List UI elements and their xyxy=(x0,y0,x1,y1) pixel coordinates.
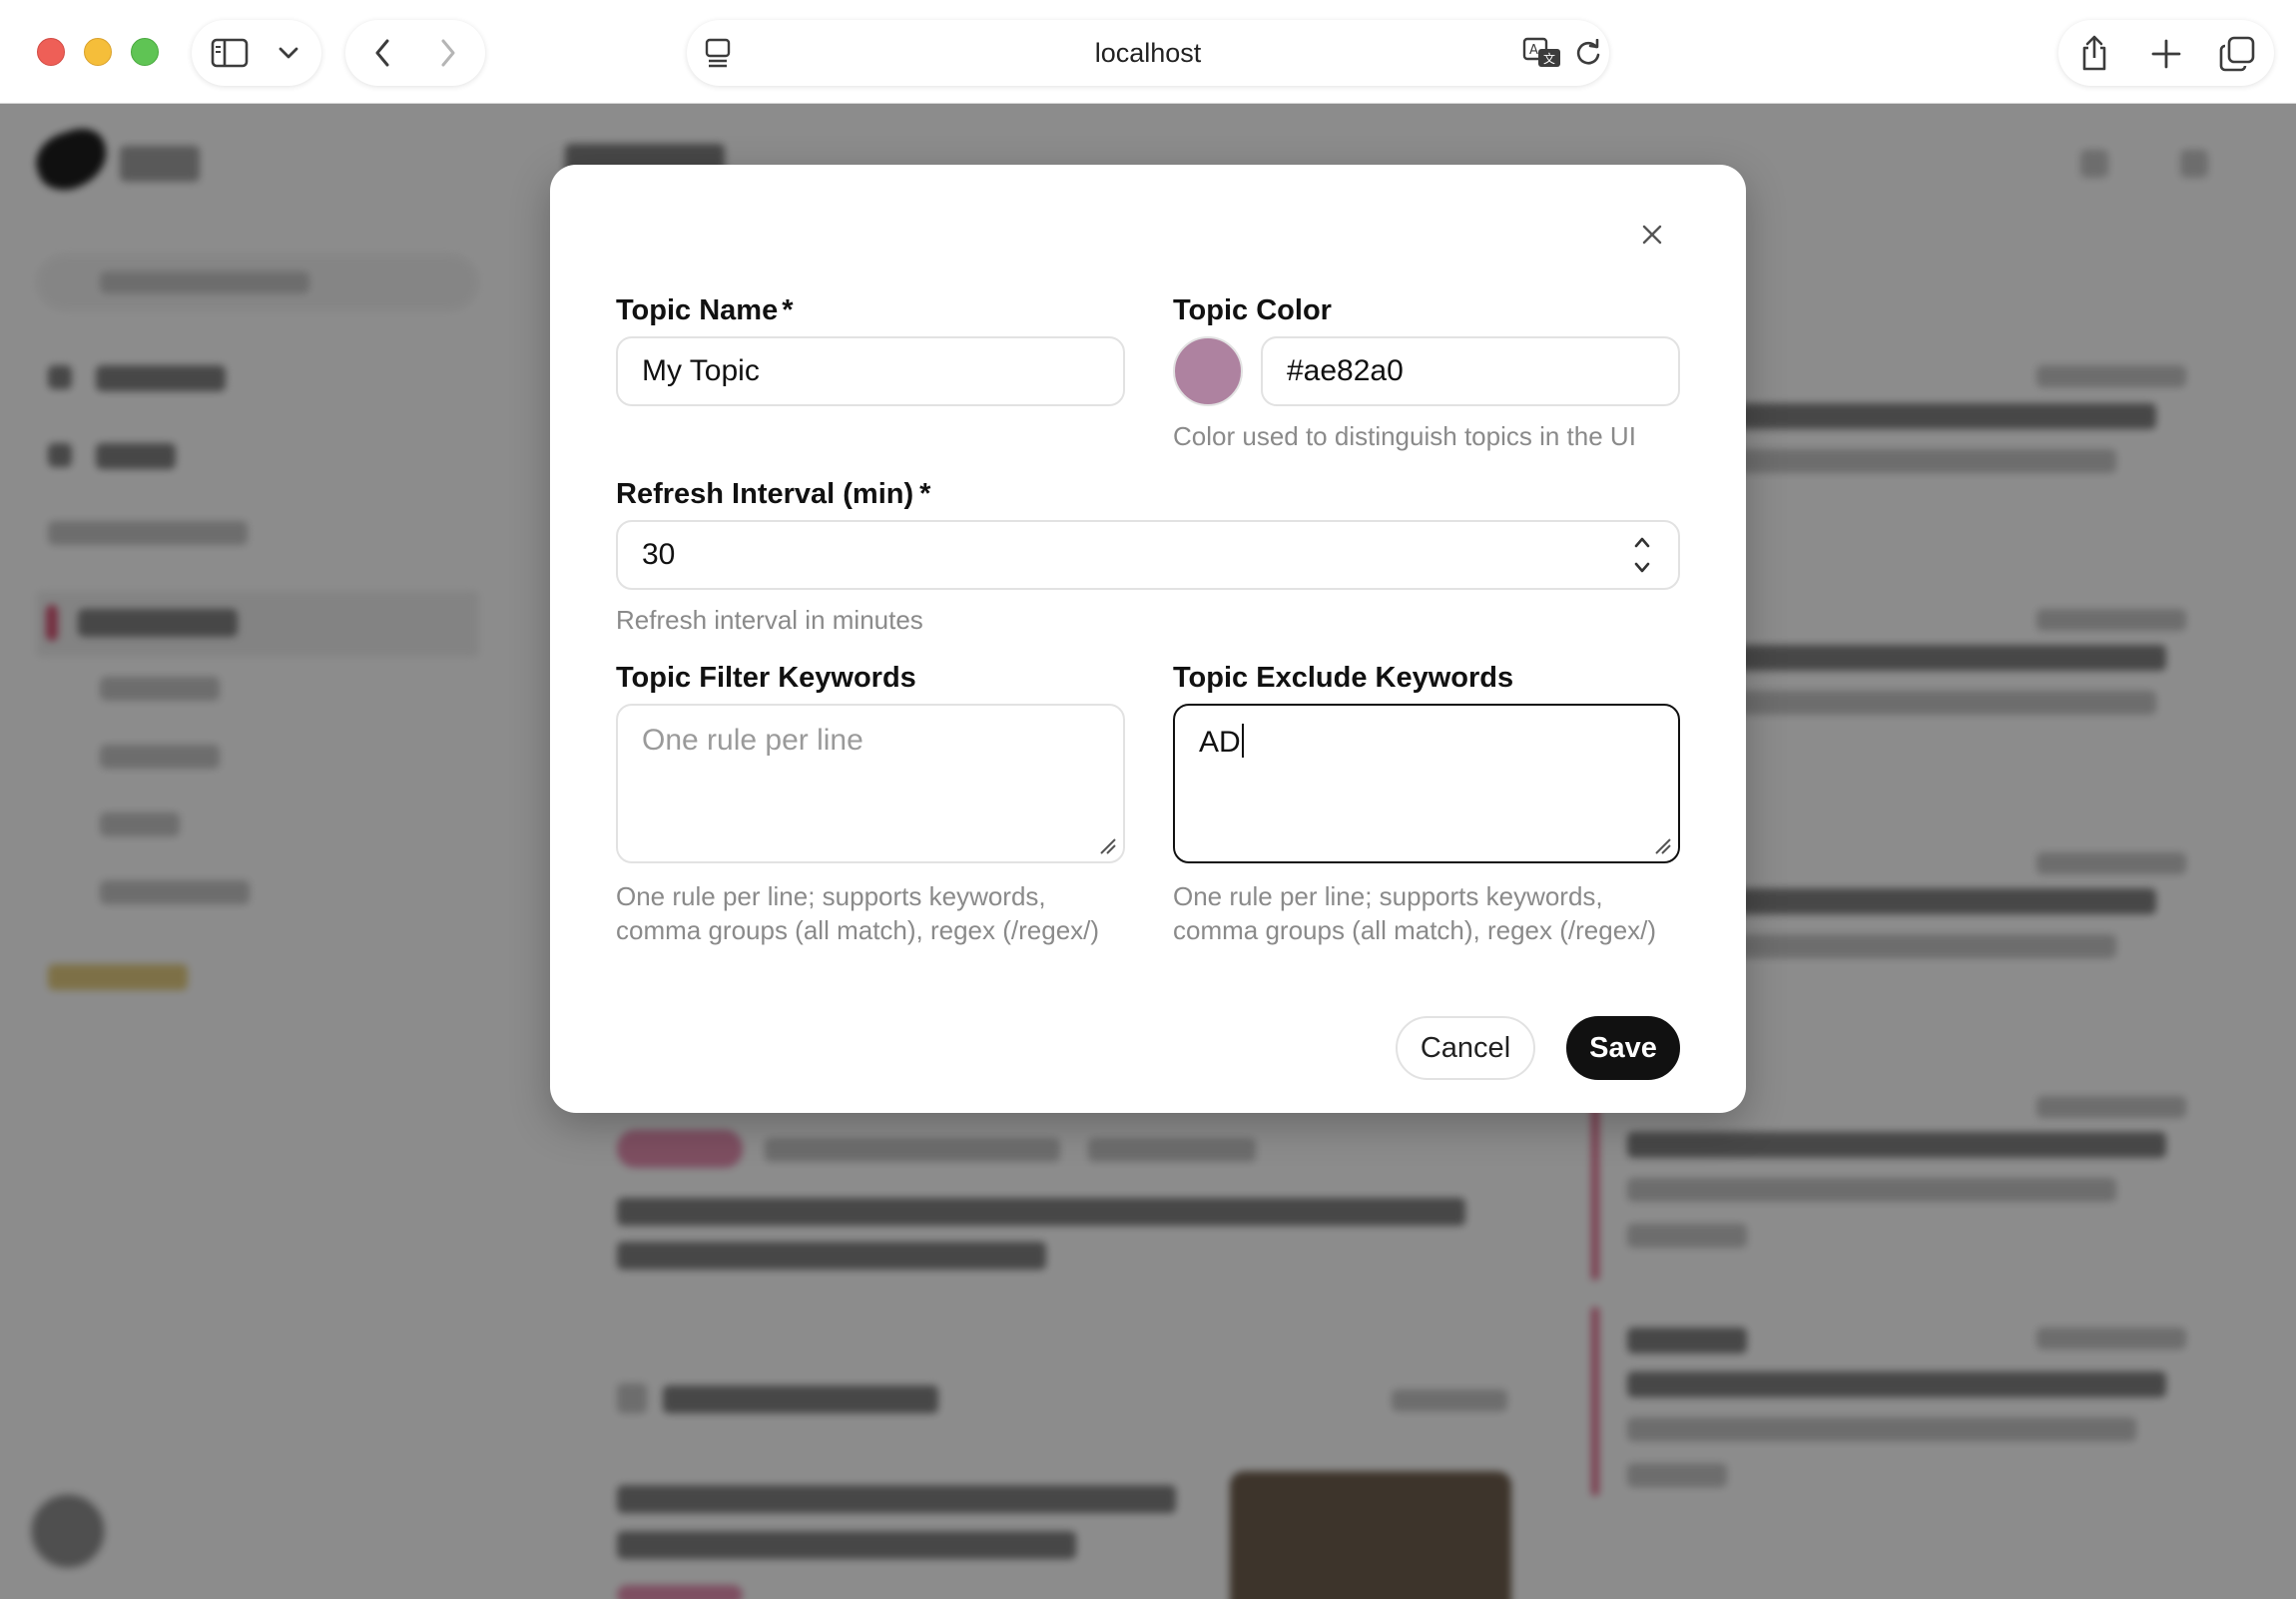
edit-topic-dialog: Topic Name * My Topic Topic Color #ae82a0… xyxy=(550,165,1746,1113)
refresh-interval-help: Refresh interval in minutes xyxy=(616,605,923,635)
browser-toolbar: localhost A文 xyxy=(0,0,2296,104)
sidebar-toggle-icon[interactable] xyxy=(210,34,250,72)
address-bar[interactable]: localhost A文 xyxy=(687,20,1609,86)
stepper-up-icon[interactable] xyxy=(1632,535,1652,549)
required-mark: * xyxy=(782,294,794,326)
forward-arrow-icon[interactable] xyxy=(431,36,465,70)
translate-icon[interactable]: A文 xyxy=(1521,34,1563,72)
refresh-interval-label: Refresh Interval (min) * xyxy=(616,478,931,510)
exclude-keywords-textarea[interactable]: AD xyxy=(1173,704,1680,863)
text-caret xyxy=(1241,724,1244,758)
tab-overview-icon[interactable] xyxy=(2216,33,2258,75)
exclude-keywords-help: One rule per line; supports keywords, co… xyxy=(1173,881,1657,945)
resize-handle-icon[interactable] xyxy=(1652,835,1672,855)
new-tab-icon[interactable] xyxy=(2146,34,2186,74)
zoom-window-button[interactable] xyxy=(131,38,159,66)
svg-text:文: 文 xyxy=(1543,51,1555,66)
number-stepper[interactable] xyxy=(1630,535,1654,575)
exclude-keywords-value: AD xyxy=(1199,726,1241,759)
back-arrow-icon[interactable] xyxy=(365,36,399,70)
resize-handle-icon[interactable] xyxy=(1097,835,1117,855)
svg-text:A: A xyxy=(1529,43,1538,58)
address-text: localhost xyxy=(1094,38,1202,68)
close-window-button[interactable] xyxy=(37,38,65,66)
chevron-down-icon[interactable] xyxy=(274,38,303,68)
required-mark: * xyxy=(919,478,931,510)
exclude-keywords-label: Topic Exclude Keywords xyxy=(1173,662,1514,694)
topic-color-swatch[interactable] xyxy=(1173,336,1243,406)
filter-keywords-label: Topic Filter Keywords xyxy=(616,662,916,694)
filter-keywords-placeholder: One rule per line xyxy=(642,724,863,757)
sidebar-toggle-group xyxy=(192,20,321,86)
topic-color-help: Color used to distinguish topics in the … xyxy=(1173,421,1636,451)
topic-name-label: Topic Name * xyxy=(616,294,794,326)
topic-color-input[interactable]: #ae82a0 xyxy=(1261,336,1680,406)
window-actions-group xyxy=(2058,20,2274,86)
share-icon[interactable] xyxy=(2074,32,2114,74)
close-button[interactable] xyxy=(1632,217,1672,257)
navigation-group xyxy=(345,20,485,86)
topic-color-label: Topic Color xyxy=(1173,294,1332,326)
reload-icon[interactable] xyxy=(1571,36,1605,70)
minimize-window-button[interactable] xyxy=(84,38,112,66)
close-icon xyxy=(1642,225,1662,250)
refresh-interval-input[interactable]: 30 xyxy=(616,520,1680,590)
stepper-down-icon[interactable] xyxy=(1632,561,1652,575)
filter-keywords-textarea[interactable]: One rule per line xyxy=(616,704,1125,863)
save-button[interactable]: Save xyxy=(1566,1016,1680,1080)
cancel-button[interactable]: Cancel xyxy=(1396,1016,1535,1080)
topic-name-input[interactable]: My Topic xyxy=(616,336,1125,406)
filter-keywords-help: One rule per line; supports keywords, co… xyxy=(616,881,1100,945)
